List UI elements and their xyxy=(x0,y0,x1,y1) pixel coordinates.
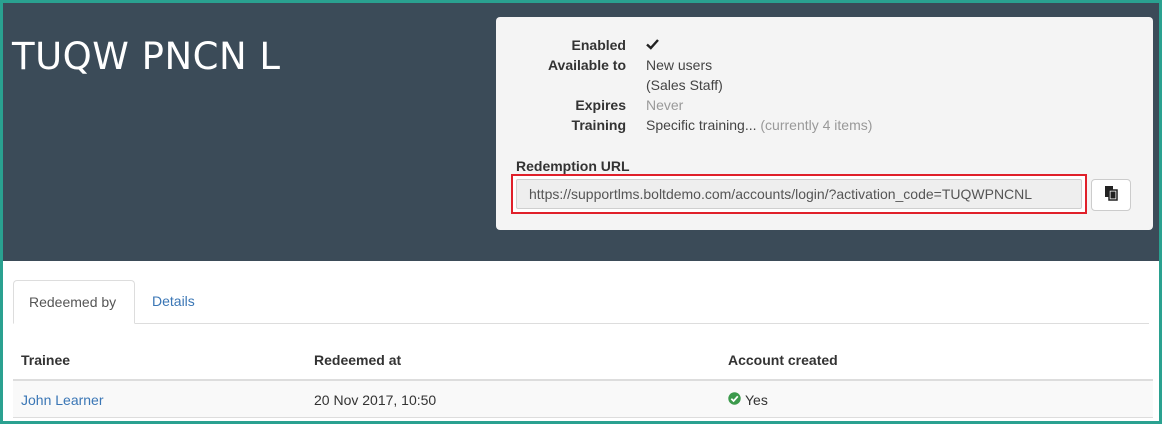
redemption-url-highlight: https://supportlms.boltdemo.com/accounts… xyxy=(511,174,1087,214)
training-row: Training Specific training... (currently… xyxy=(496,117,1153,137)
training-value-wrap: Specific training... (currently 4 items) xyxy=(646,117,872,133)
tab-redeemed-by[interactable]: Redeemed by xyxy=(13,280,135,324)
table-header-row: Trainee Redeemed at Account created xyxy=(13,339,1153,381)
account-created-cell: Yes xyxy=(728,392,768,408)
available-sub-row: (Sales Staff) xyxy=(496,77,1153,97)
header-account-created[interactable]: Account created xyxy=(728,352,838,368)
redemption-url-label: Redemption URL xyxy=(516,158,630,174)
redemption-url-input[interactable]: https://supportlms.boltdemo.com/accounts… xyxy=(516,179,1082,209)
checkmark-icon xyxy=(646,37,659,53)
copy-url-button[interactable] xyxy=(1091,179,1131,211)
account-created-value: Yes xyxy=(745,392,768,408)
clipboard-icon xyxy=(1104,185,1118,206)
header-redeemed-at[interactable]: Redeemed at xyxy=(314,352,401,368)
enabled-label: Enabled xyxy=(571,37,626,53)
redemptions-table: Trainee Redeemed at Account created John… xyxy=(13,339,1153,418)
page-title: TUQW PNCN L xyxy=(12,35,281,78)
expires-value: Never xyxy=(646,97,684,113)
training-value: Specific training... xyxy=(646,117,757,133)
tab-details[interactable]: Details xyxy=(137,280,210,322)
redeemed-at-cell: 20 Nov 2017, 10:50 xyxy=(314,392,437,408)
available-value: New users xyxy=(646,57,713,73)
trainee-link[interactable]: John Learner xyxy=(21,392,104,408)
available-sub: (Sales Staff) xyxy=(646,77,723,93)
available-row: Available to New users xyxy=(496,57,1153,77)
enabled-row: Enabled xyxy=(496,37,1153,57)
training-count: (currently 4 items) xyxy=(760,117,873,133)
available-label: Available to xyxy=(547,57,626,73)
expires-row: Expires Never xyxy=(496,97,1153,117)
info-panel: Enabled Available to New users (Sales St… xyxy=(496,17,1153,230)
table-row: John Learner 20 Nov 2017, 10:50 Yes xyxy=(13,381,1153,418)
page-header: TUQW PNCN L Enabled Available to New use… xyxy=(3,3,1159,261)
header-trainee[interactable]: Trainee xyxy=(21,352,70,368)
training-label: Training xyxy=(571,117,626,133)
expires-label: Expires xyxy=(575,97,626,113)
tab-bar: Redeemed by Details xyxy=(13,280,1149,324)
page-frame: TUQW PNCN L Enabled Available to New use… xyxy=(3,3,1159,421)
check-circle-icon xyxy=(728,392,741,408)
